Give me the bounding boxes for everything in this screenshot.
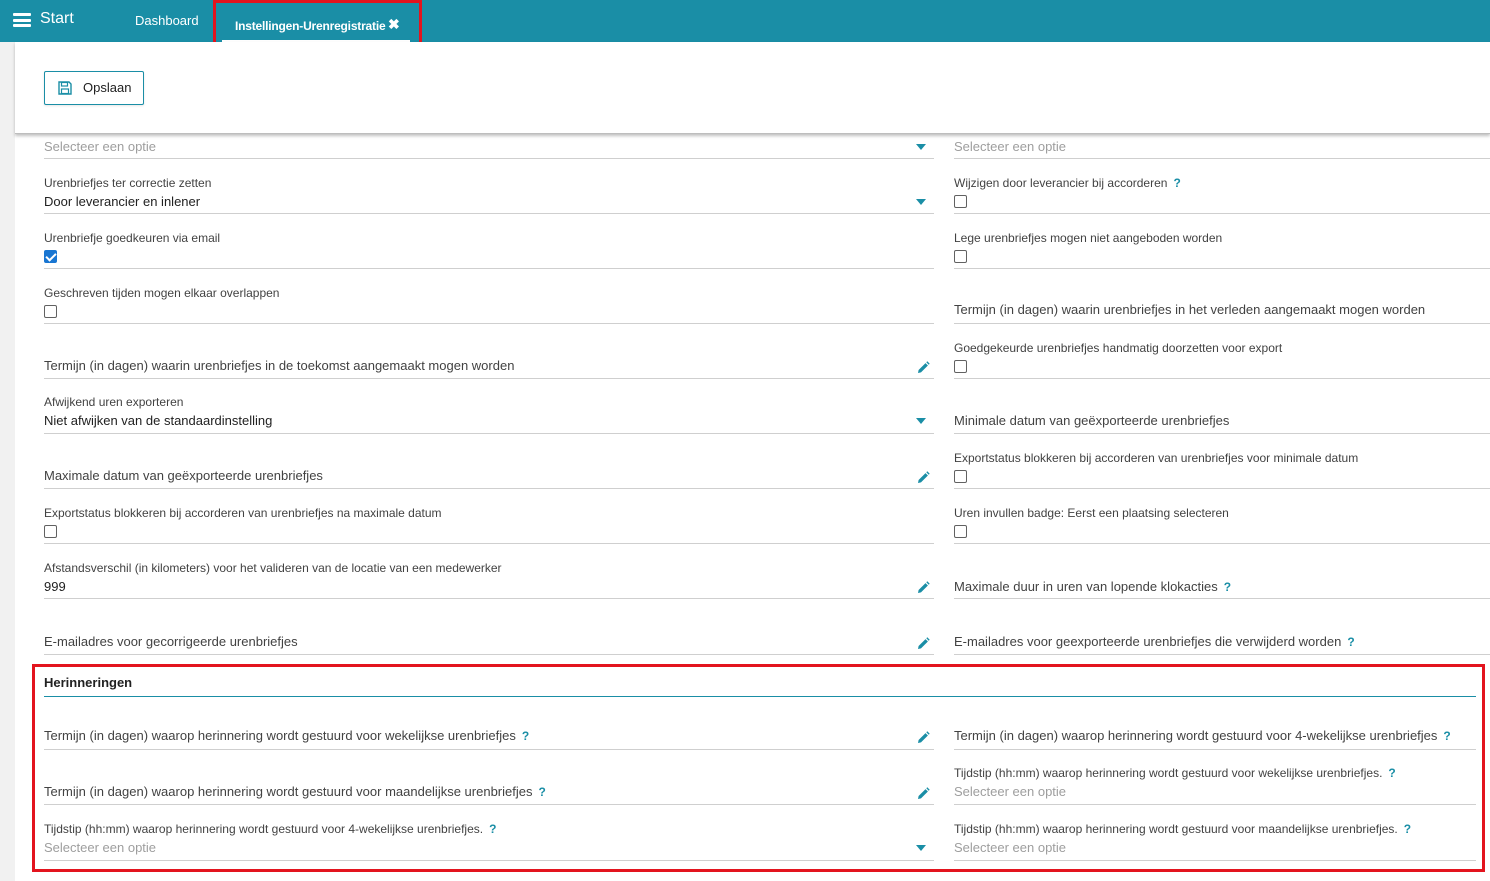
highlight-box-reminders [32, 664, 1485, 872]
field-tijden-overlappen: Geschreven tijden mogen elkaar overlappe… [44, 269, 934, 324]
save-icon [58, 81, 72, 95]
select-value[interactable]: Door leverancier en inlener [44, 194, 200, 209]
field-wijzigen-door-leverancier: Wijzigen door leverancier bij accorderen… [954, 159, 1490, 214]
toolbar: Opslaan [15, 42, 1490, 134]
help-icon[interactable]: ? [1224, 580, 1231, 594]
field-termijn-verleden[interactable]: Termijn (in dagen) waarin urenbriefjes i… [954, 269, 1490, 324]
checkbox-exportstatus-voor-min[interactable] [954, 470, 967, 483]
checkbox-lege-urenbriefjes[interactable] [954, 250, 967, 263]
field-uren-invullen-badge: Uren invullen badge: Eerst een plaatsing… [954, 489, 1490, 544]
field-label: Geschreven tijden mogen elkaar overlappe… [44, 286, 280, 300]
field-label: E-mailadres voor gecorrigeerde urenbrief… [44, 634, 298, 649]
field-label: Afstandsverschil (in kilometers) voor he… [44, 561, 502, 575]
field-label: Afwijkend uren exporteren [44, 395, 184, 409]
field-label: Minimale datum van geëxporteerde urenbri… [954, 413, 1230, 428]
field-urenbriefjes-ter-correctie: Urenbriefjes ter correctie zetten Door l… [44, 159, 934, 214]
field-termijn-toekomst[interactable]: Termijn (in dagen) waarin urenbriefjes i… [44, 324, 934, 379]
field-label: E-mailadres voor geexporteerde urenbrief… [954, 634, 1355, 649]
field-label: Termijn (in dagen) waarin urenbriefjes i… [44, 358, 515, 373]
field-exportstatus-na-max: Exportstatus blokkeren bij accorderen va… [44, 489, 934, 544]
chevron-down-icon[interactable] [916, 144, 926, 150]
field-label: Lege urenbriefjes mogen niet aangeboden … [954, 231, 1223, 245]
left-gutter [0, 42, 15, 881]
save-label: Opslaan [83, 80, 132, 95]
field-label: Maximale datum van geëxporteerde urenbri… [44, 468, 323, 483]
tab-dashboard[interactable]: Dashboard [135, 13, 199, 28]
field-exportstatus-voor-min: Exportstatus blokkeren bij accorderen va… [954, 434, 1490, 489]
field-label: Wijzigen door leverancier bij accorderen… [954, 176, 1181, 190]
checkbox-handmatig-doorzetten[interactable] [954, 360, 967, 373]
field-label: Urenbriefje goedkeuren via email [44, 231, 221, 245]
field-label: Maximale duur in uren van lopende klokac… [954, 579, 1232, 594]
checkbox-wijzigen-door-leverancier[interactable] [954, 195, 967, 208]
field-goedkeuren-via-email: Urenbriefje goedkeuren via email [44, 214, 934, 269]
field-email-gecorrigeerd[interactable]: E-mailadres voor gecorrigeerde urenbrief… [44, 600, 934, 655]
start-link[interactable]: Start [40, 10, 74, 28]
field-label: Goedgekeurde urenbriefjes handmatig door… [954, 341, 1283, 355]
select-value[interactable]: Niet afwijken van de standaardinstelling [44, 413, 272, 428]
field-minimale-datum[interactable]: Minimale datum van geëxporteerde urenbri… [954, 379, 1490, 434]
pencil-icon[interactable] [916, 471, 930, 485]
checkbox-exportstatus-na-max[interactable] [44, 525, 57, 538]
field-label: Urenbriefjes ter correctie zetten [44, 176, 212, 190]
field-label: Exportstatus blokkeren bij accorderen va… [954, 451, 1359, 465]
pencil-icon[interactable] [916, 581, 930, 595]
select-placeholder: Selecteer een optie [954, 139, 1067, 154]
menu-icon[interactable] [13, 13, 31, 27]
field-lege-urenbriefjes: Lege urenbriefjes mogen niet aangeboden … [954, 214, 1490, 269]
checkbox-tijden-overlappen[interactable] [44, 305, 57, 318]
field-email-geexporteerd-verwijderd[interactable]: E-mailadres voor geexporteerde urenbrief… [954, 600, 1490, 655]
field-afwijkend-uren-exporteren: Afwijkend uren exporteren Niet afwijken … [44, 379, 934, 434]
field-maximale-datum[interactable]: Maximale datum van geëxporteerde urenbri… [44, 434, 934, 489]
select-placeholder: Selecteer een optie [44, 139, 157, 154]
chevron-down-icon[interactable] [916, 418, 926, 424]
chevron-down-icon[interactable] [916, 199, 926, 205]
field-label: Uren invullen badge: Eerst een plaatsing… [954, 506, 1229, 520]
help-icon[interactable]: ? [1173, 176, 1180, 190]
field-label: Exportstatus blokkeren bij accorderen va… [44, 506, 442, 520]
field-handmatig-doorzetten: Goedgekeurde urenbriefjes handmatig door… [954, 324, 1490, 379]
field-afstandsverschil[interactable]: Afstandsverschil (in kilometers) voor he… [44, 544, 934, 599]
help-icon[interactable]: ? [1347, 635, 1354, 649]
field-maximale-duur-klokacties[interactable]: Maximale duur in uren van lopende klokac… [954, 544, 1490, 599]
pencil-icon[interactable] [916, 361, 930, 375]
save-button[interactable]: Opslaan [44, 71, 144, 105]
pencil-icon[interactable] [916, 637, 930, 651]
field-label: Termijn (in dagen) waarin urenbriefjes i… [954, 302, 1426, 317]
checkbox-goedkeuren-via-email[interactable] [44, 250, 57, 263]
checkbox-uren-invullen-badge[interactable] [954, 525, 967, 538]
input-value[interactable]: 999 [44, 579, 66, 594]
